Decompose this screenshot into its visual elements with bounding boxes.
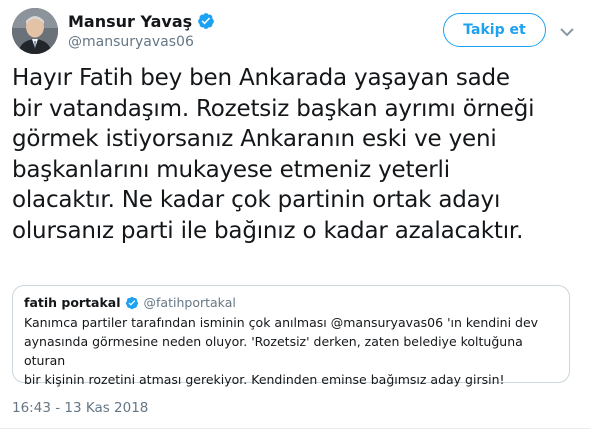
quoted-author-name: fatih portakal — [24, 295, 121, 310]
quoted-tweet-card[interactable]: fatih portakal @fatihportakal Kanımca pa… — [12, 285, 570, 387]
avatar[interactable] — [12, 8, 58, 54]
tweet-text: Hayır Fatih bey ben Ankarada yaşayan sad… — [12, 63, 582, 246]
quoted-text-line: Kanımca partiler tarafından isminin çok … — [24, 315, 539, 330]
tweet-text-line: başkanlarını mukayese etmeniz yeterli — [12, 156, 450, 183]
chevron-down-icon[interactable] — [560, 22, 574, 37]
tweet-header: Mansur Yavaş @mansuryavas06 Takip et — [12, 8, 578, 54]
author-name-row[interactable]: Mansur Yavaş — [68, 10, 215, 32]
tweet-text-line: Hayır Fatih bey ben Ankarada yaşayan sad… — [12, 65, 510, 91]
author-handle[interactable]: @mansuryavas06 — [68, 34, 194, 50]
tweet-text-line: bir vatandaşım. Rozetsiz başkan ayrımı ö… — [12, 95, 535, 122]
follow-button[interactable]: Takip et — [443, 13, 546, 47]
quoted-author-handle: @fatihportakal — [143, 295, 236, 310]
verified-badge-icon — [197, 12, 215, 30]
tweet-text-line: olursanız parti ile bağınız o kadar azal… — [12, 217, 524, 244]
divider — [0, 428, 590, 429]
quoted-text-line: bir kişinin rozetini atması gerekiyor. K… — [24, 372, 505, 387]
tweet-text-line: olacaktır. Ne kadar çok partinin ortak a… — [12, 187, 501, 213]
quoted-tweet-text: Kanımca partiler tarafından isminin çok … — [24, 313, 554, 389]
avatar-image — [12, 8, 58, 54]
quoted-tweet-header: fatih portakal @fatihportakal — [24, 295, 236, 310]
tweet-text-line: görmek istiyorsanız Ankaranın eski ve ye… — [12, 126, 497, 152]
author-display-name[interactable]: Mansur Yavaş — [68, 12, 192, 31]
quoted-text-line: aynasında görmesine neden oluyor. 'Rozet… — [24, 334, 523, 368]
verified-badge-icon — [125, 296, 139, 310]
tweet-timestamp[interactable]: 16:43 - 13 Kas 2018 — [12, 400, 148, 416]
